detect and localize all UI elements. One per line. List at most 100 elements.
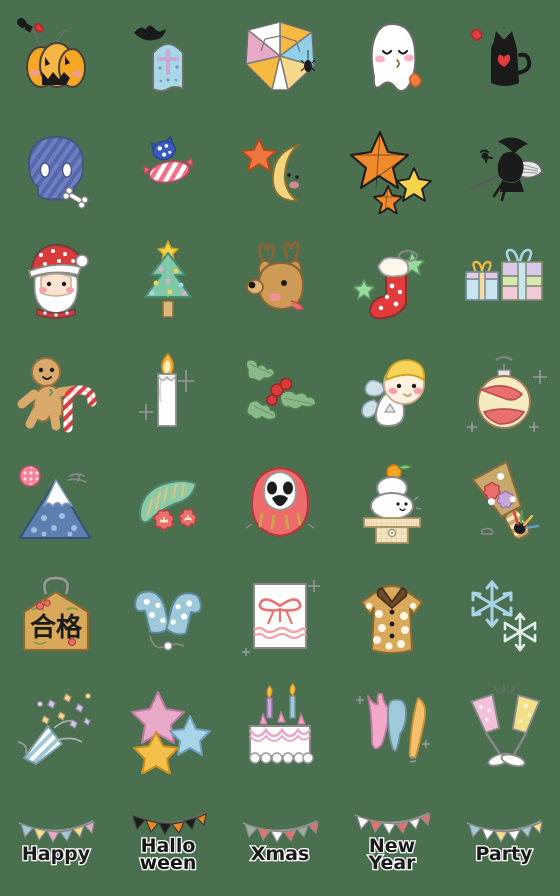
reindeer-icon [246, 241, 305, 311]
holly-icon [245, 358, 317, 421]
snowflake-large [471, 580, 513, 628]
sticker-cell-banner-xmas[interactable]: Xmas [224, 784, 336, 896]
sticker-cell-mittens[interactable] [112, 560, 224, 672]
crescent-moon-star-icon [241, 138, 300, 202]
sticker-cell-christmas-tree[interactable] [112, 224, 224, 336]
sticker-cell-stars[interactable] [336, 112, 448, 224]
mittens-icon [134, 590, 202, 651]
banner-text-party: Party [474, 843, 534, 865]
gravestone [152, 43, 184, 92]
otoshidama-envelope-icon [242, 580, 320, 656]
sticker-cell-banner-happy[interactable]: Happy [0, 784, 112, 896]
sticker-cell-banner-new-year[interactable]: New Year [336, 784, 448, 896]
ema-text: 合格 [30, 612, 83, 643]
christmas-stocking-icon [353, 250, 425, 320]
daruma-doll-icon [245, 466, 315, 538]
sticker-cell-crescent-moon-star[interactable] [224, 112, 336, 224]
sticker-cell-angel[interactable] [336, 336, 448, 448]
sticker-cell-snowflakes[interactable] [448, 560, 560, 672]
jack-o-lantern-icon [17, 17, 86, 88]
banner-text-new-year-line2: Year [367, 851, 417, 874]
sticker-cell-spider-web[interactable] [224, 0, 336, 112]
snowflake-small [503, 612, 537, 652]
sticker-cell-ema-plaque[interactable]: 合格 [0, 560, 112, 672]
ema-plaque-icon: 合格 [22, 576, 90, 652]
confetti [37, 693, 91, 729]
plum-blossom-1 [153, 509, 175, 531]
sticker-cell-banner-halloween[interactable]: Hallo ween [112, 784, 224, 896]
sticker-cell-kagami-mochi[interactable] [336, 448, 448, 560]
blue-candy [150, 136, 176, 161]
banner-text-halloween-line2: ween [138, 851, 197, 874]
sticker-cell-skull[interactable] [0, 112, 112, 224]
snowflakes-icon [471, 580, 537, 652]
christmas-tree-icon [144, 240, 192, 318]
sticker-cell-gift-boxes[interactable] [448, 224, 560, 336]
sticker-cell-holly[interactable] [224, 336, 336, 448]
sticker-cell-ghost[interactable] [336, 0, 448, 112]
sticker-cell-party-balloons[interactable] [336, 672, 448, 784]
sticker-cell-jack-o-lantern[interactable] [0, 0, 112, 112]
large-gift [501, 248, 543, 301]
sticker-cell-pastel-stars[interactable] [112, 672, 224, 784]
party-balloons-icon [356, 692, 430, 763]
bone [62, 186, 89, 209]
sticker-cell-polka-dot-coat[interactable] [336, 560, 448, 672]
plum-blossom-2 [178, 508, 197, 528]
bunting-party-icon [466, 820, 543, 844]
sticker-cell-gravestone-bat[interactable] [112, 0, 224, 112]
witch-on-broom-icon [470, 137, 543, 202]
bunting-happy-icon [18, 820, 95, 844]
ghost-icon [370, 23, 422, 92]
sticker-cell-mount-fuji[interactable] [0, 448, 112, 560]
small-gift [465, 260, 499, 301]
banner-text-xmas: Xmas [249, 843, 310, 865]
sticker-cell-birthday-cake[interactable] [224, 672, 336, 784]
sticker-cell-witch-on-broom[interactable] [448, 112, 560, 224]
sticker-cell-gingerbread-man[interactable] [0, 336, 112, 448]
sticker-cell-candy[interactable] [112, 112, 224, 224]
polka-dot-coat-icon [361, 585, 423, 654]
santa-claus-icon [27, 244, 89, 319]
emoji-sticker-grid: 合格 Happy Hallo ween Xmas New Year Party [0, 0, 560, 896]
pastel-stars-icon [131, 691, 211, 774]
banner-text-halloween: Hallo ween [138, 835, 197, 874]
candle-icon [139, 352, 194, 427]
right-mitten [165, 592, 202, 636]
sticker-cell-pine-plum-blossom[interactable] [112, 448, 224, 560]
sticker-cell-ornament-ball[interactable] [448, 336, 560, 448]
sticker-cell-black-cat[interactable] [448, 0, 560, 112]
party-popper-icon [17, 693, 91, 765]
mount-fuji-icon [19, 465, 91, 539]
sticker-cell-banner-party[interactable]: Party [448, 784, 560, 896]
hagoita-paddle-icon [471, 460, 540, 540]
bat [134, 25, 166, 41]
candy-icon [143, 136, 194, 184]
stars-icon [350, 131, 432, 214]
banner-text-new-year: New Year [367, 835, 417, 874]
sticker-cell-hagoita-paddle[interactable] [448, 448, 560, 560]
sticker-cell-otoshidama-envelope[interactable] [224, 560, 336, 672]
pink-candy [143, 157, 194, 184]
bunting-xmas-icon [242, 820, 319, 844]
black-cat-icon [470, 28, 532, 86]
bunting-new-year-icon [354, 811, 431, 835]
ornament-ball-icon [467, 356, 547, 432]
gift-boxes-icon [465, 248, 543, 301]
kagami-mochi-icon [363, 464, 422, 544]
bunting-halloween-icon [130, 811, 207, 835]
left-mitten [134, 590, 171, 634]
sticker-cell-santa-claus[interactable] [0, 224, 112, 336]
sticker-cell-candle[interactable] [112, 336, 224, 448]
sticker-cell-party-popper[interactable] [0, 672, 112, 784]
angel-icon [361, 359, 426, 427]
sticker-cell-reindeer[interactable] [224, 224, 336, 336]
gingerbread-man-icon [17, 357, 97, 433]
sticker-cell-daruma-doll[interactable] [224, 448, 336, 560]
pine-plum-blossom-icon [139, 480, 197, 531]
sticker-cell-champagne-glasses[interactable] [448, 672, 560, 784]
sticker-cell-christmas-stocking[interactable] [336, 224, 448, 336]
spider-web-icon [244, 21, 316, 92]
gravestone-bat-icon [134, 25, 184, 92]
right-glass [500, 694, 541, 768]
